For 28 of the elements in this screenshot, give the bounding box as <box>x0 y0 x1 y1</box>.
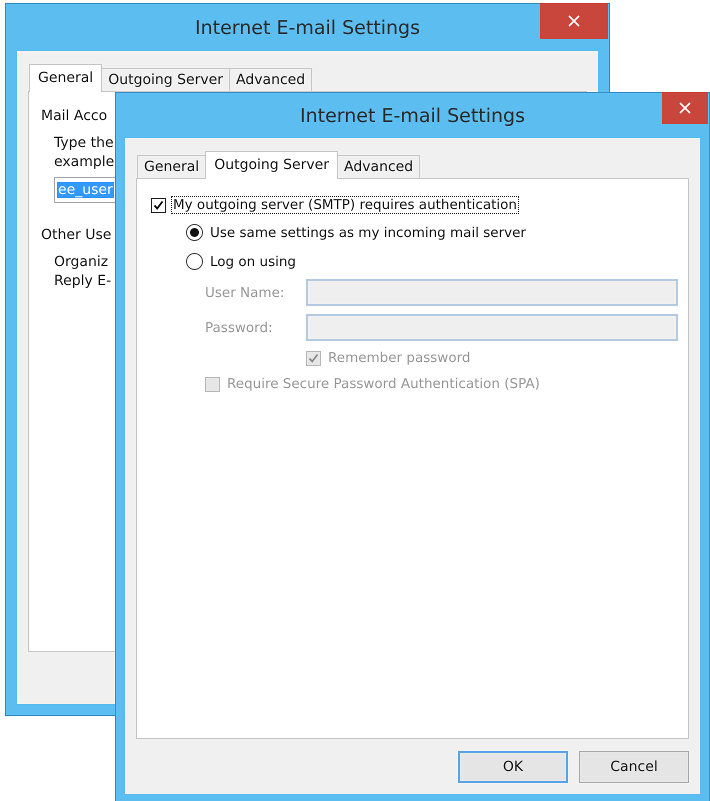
dialog-button[interactable]: OK <box>458 751 568 783</box>
tab[interactable]: Outgoing Server <box>205 151 338 179</box>
tab[interactable]: Advanced <box>337 155 420 178</box>
label-text: Type the <box>54 134 114 153</box>
section-heading: Other Use <box>41 227 112 243</box>
close-icon <box>568 15 580 27</box>
radio-label: Log on using <box>209 252 297 270</box>
dialog-button[interactable]: Cancel <box>579 751 689 783</box>
radio-button[interactable] <box>186 224 203 241</box>
radio-button[interactable] <box>186 253 203 270</box>
section-heading: Mail Acco <box>41 108 108 124</box>
window-title: Internet E-mail Settings <box>194 16 420 38</box>
checkbox-label: My outgoing server (SMTP) requires authentication <box>171 196 519 214</box>
field-label: Password: <box>205 320 274 336</box>
checkbox[interactable] <box>151 198 166 212</box>
window-title: Internet E-mail Settings <box>300 104 526 126</box>
label-text: Reply E- <box>54 272 112 291</box>
close-icon <box>679 102 691 114</box>
tab[interactable]: Advanced <box>229 68 312 91</box>
checkbox-label: Require Secure Password Authentication (SPA) <box>226 375 541 393</box>
close-button[interactable] <box>662 92 708 124</box>
field-label: User Name: <box>205 284 286 300</box>
radio-label: Use same settings as my incoming mail server <box>209 224 527 242</box>
label-text: example <box>54 153 114 172</box>
checkbox-label: Remember password <box>327 349 472 367</box>
tab[interactable]: General <box>137 155 206 178</box>
tab[interactable]: General <box>29 64 102 92</box>
label-text: Organiz <box>54 253 108 272</box>
